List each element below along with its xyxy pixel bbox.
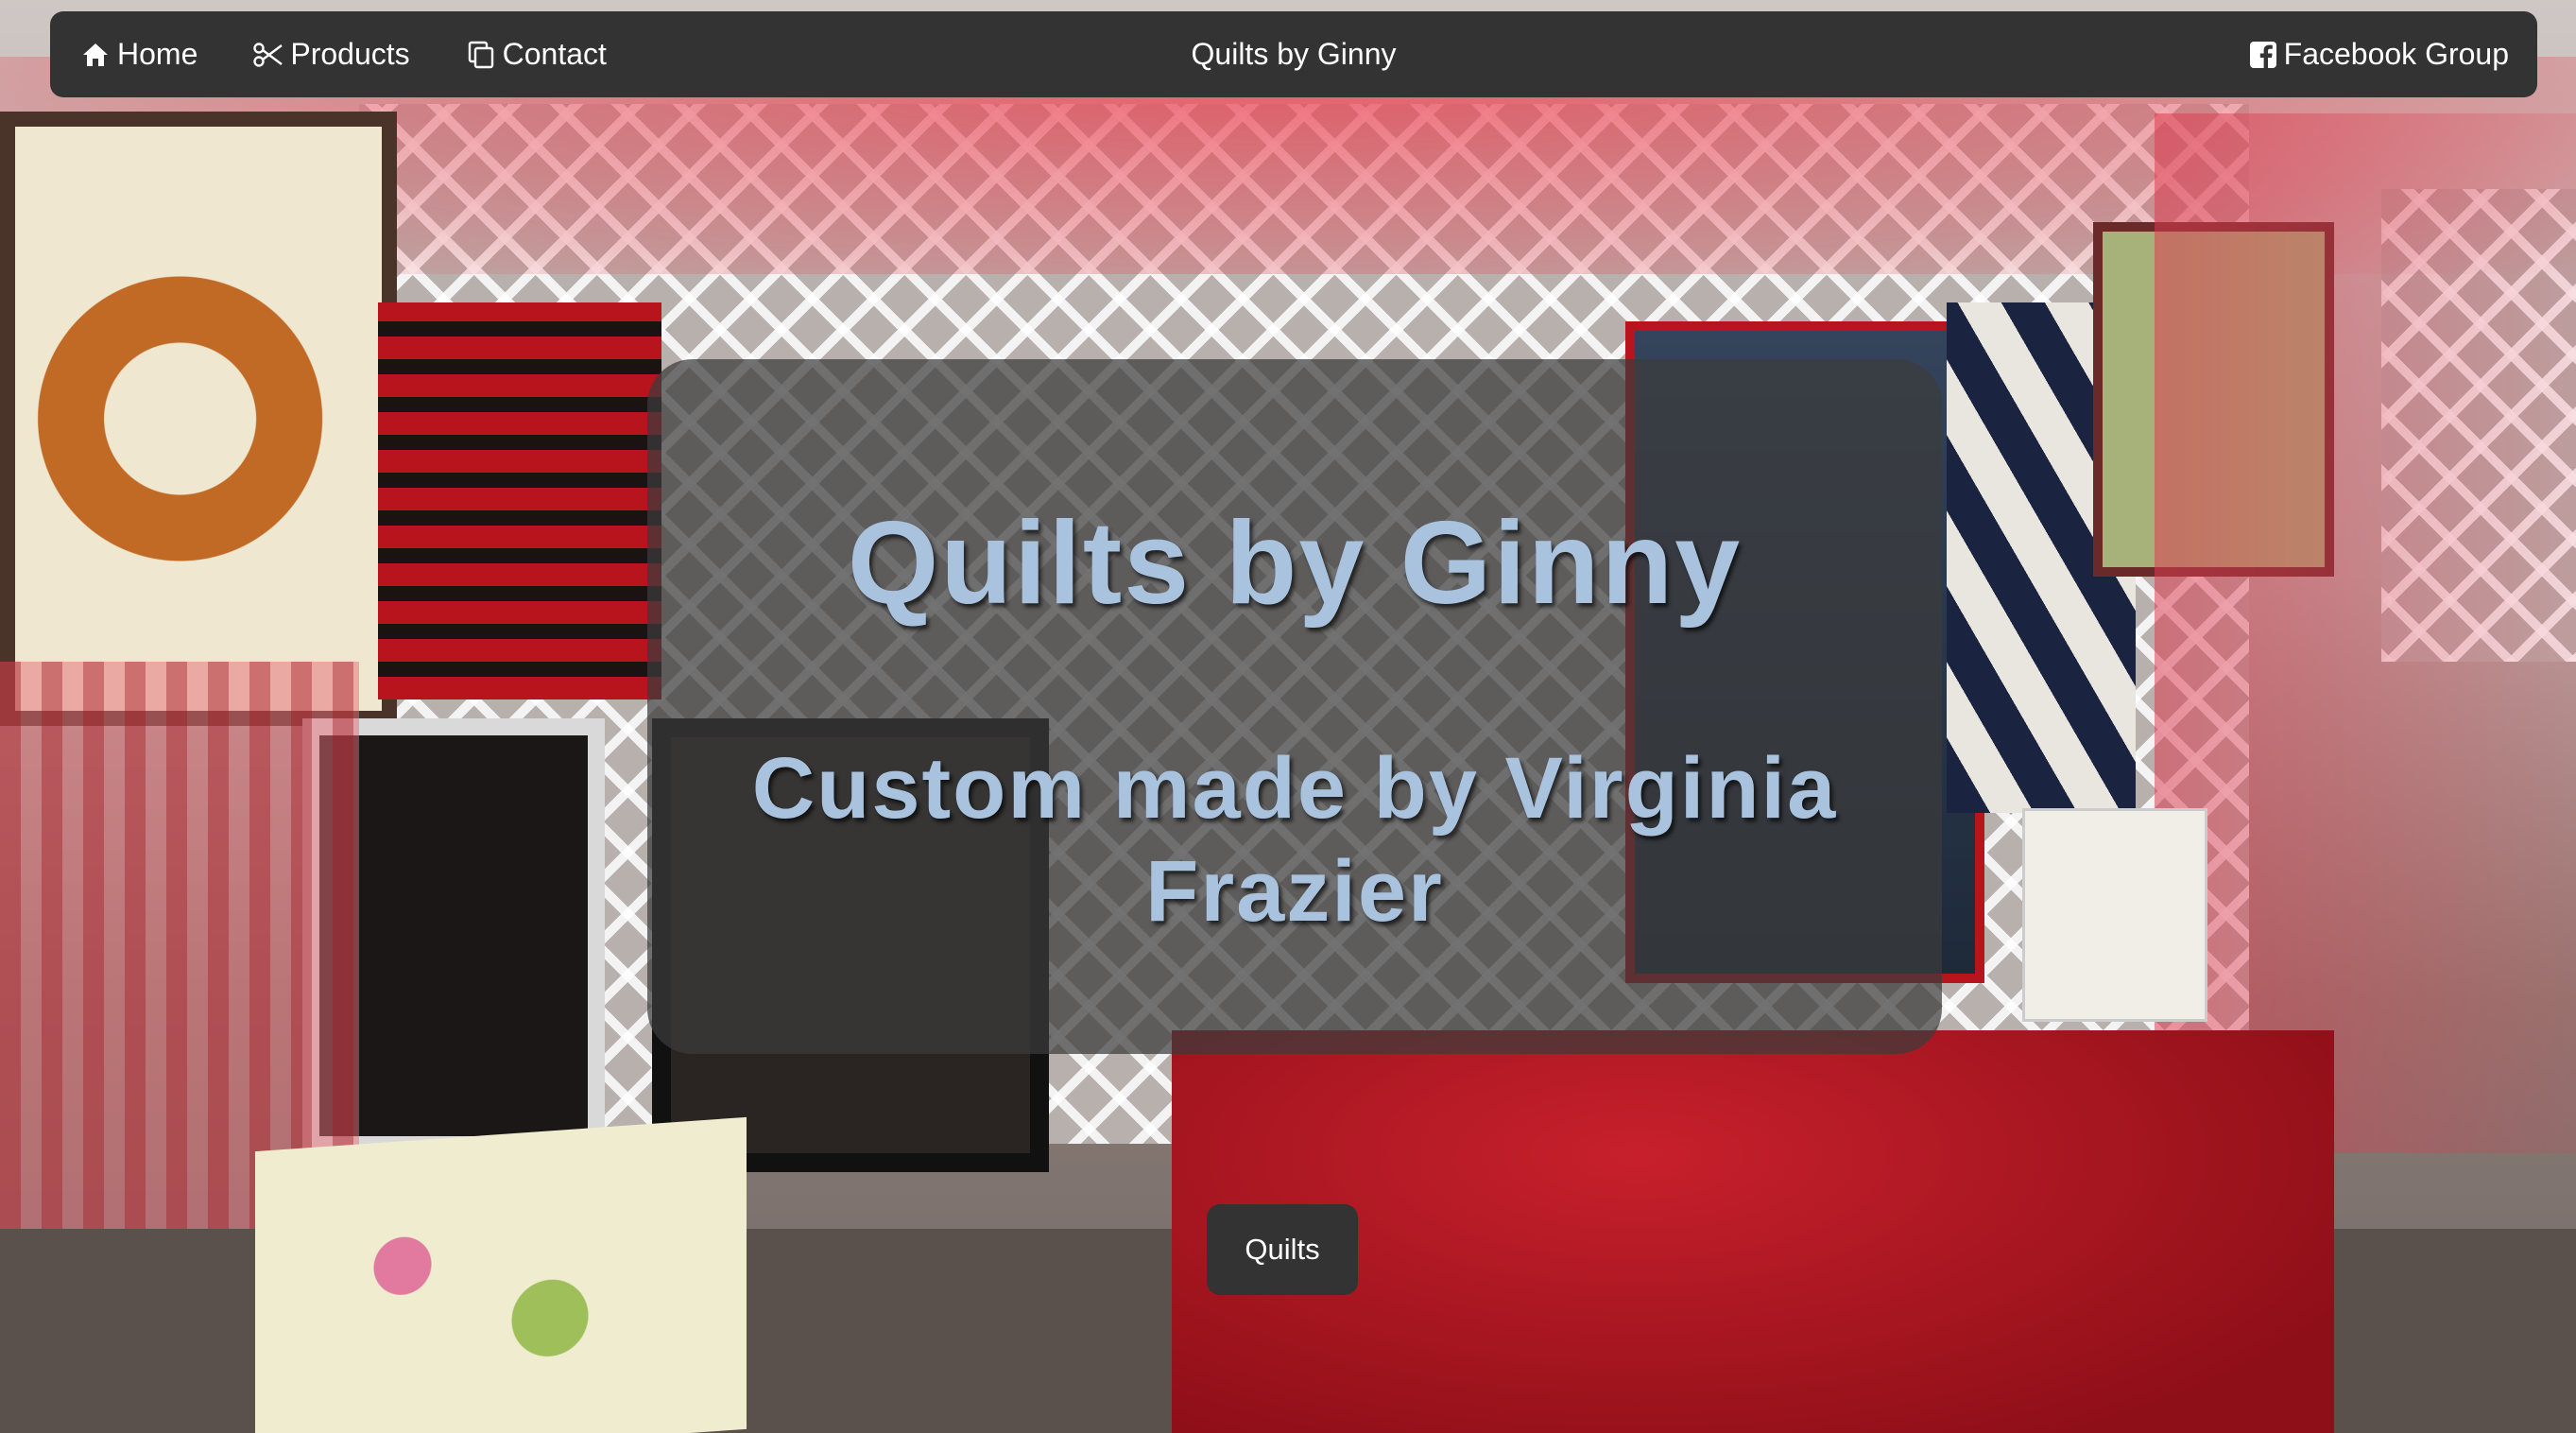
copy-icon: [465, 39, 497, 71]
nav-home-link[interactable]: Home: [79, 37, 197, 72]
top-navbar: Home Products Contact Quilts by Ginny Fa…: [50, 11, 2537, 97]
hero-title: Quilts by Ginny: [847, 498, 1743, 629]
facebook-square-icon: [2248, 40, 2278, 70]
hero-panel: Quilts by Ginny Custom made by Virginia …: [647, 359, 1942, 1054]
nav-home-label: Home: [117, 37, 198, 71]
nav-facebook-link[interactable]: Facebook Group: [2248, 11, 2509, 97]
nav-contact-link[interactable]: Contact: [465, 37, 607, 72]
floral-pillow: [255, 1116, 747, 1433]
nav-products-label: Products: [290, 37, 410, 71]
scissors-icon: [252, 39, 284, 71]
nav-contact-label: Contact: [502, 37, 607, 71]
red-tulle-right: [2155, 113, 2576, 1153]
nav-links: Home Products Contact: [50, 11, 661, 97]
hero-subtitle: Custom made by Virginia Frazier: [751, 740, 1838, 940]
wreath-quilt: [0, 112, 397, 726]
quilts-button[interactable]: Quilts: [1207, 1204, 1358, 1295]
home-icon: [79, 39, 112, 71]
navbar-brand-title[interactable]: Quilts by Ginny: [1192, 37, 1397, 72]
nav-facebook-label: Facebook Group: [2283, 37, 2509, 71]
booth-sign: [2022, 808, 2207, 1022]
red-black-quilt: [378, 302, 661, 699]
nav-products-link[interactable]: Products: [252, 37, 410, 72]
